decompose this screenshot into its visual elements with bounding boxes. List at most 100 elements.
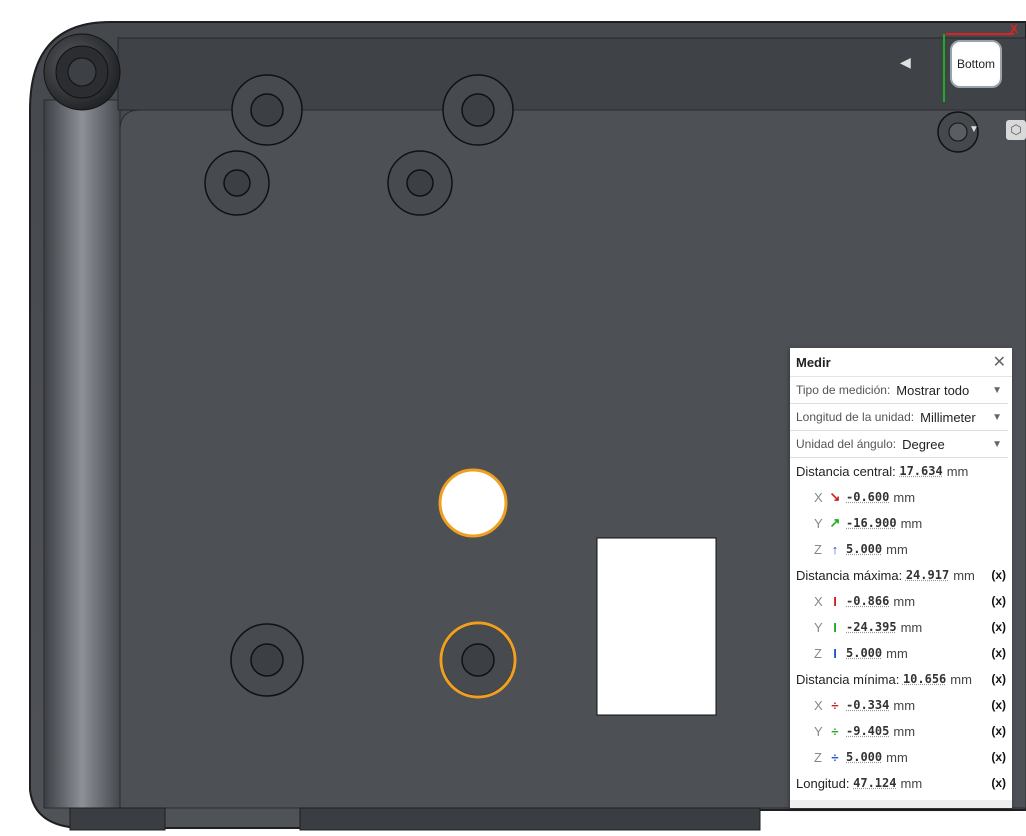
close-icon[interactable]: ✕ [993,352,1006,372]
axis-label: X [814,697,823,713]
axis-label: Y [814,515,823,531]
center-z-value[interactable]: 5.000 [846,542,882,556]
variable-button[interactable]: (x) [991,620,1006,634]
unit-length-select[interactable]: Longitud de la unidad: Millimeter ▼ [790,404,1008,431]
max-z-value[interactable]: 5.000 [846,646,882,660]
max-distance-icon: I [833,645,837,661]
bottom-slot [69,807,166,831]
axis-label: Z [814,645,822,661]
unit-label: mm [900,619,923,635]
chevron-down-icon: ▼ [992,384,1002,396]
unit-label: mm [886,645,908,661]
length-row: Longitud: 47.124 mm (x) [790,770,1012,796]
arrow-diagonal-icon: ↘ [829,489,841,504]
view-cube-home-icon[interactable]: ⬡ [1006,120,1026,140]
min-distance-icon: ÷ [831,697,839,713]
view-cube-face-label: Bottom [956,57,995,71]
unit-label: mm [950,671,972,687]
measure-type-value: Mostrar todo [896,382,970,398]
min-distance-icon: ÷ [831,723,839,739]
unit-label: mm [900,515,923,531]
max-x-row: X I -0.866 mm (x) [790,588,1012,614]
min-distance-row: Distancia mínima: 10.656 mm (x) [790,666,1012,692]
variable-button[interactable]: (x) [991,568,1006,582]
bottom-slot [299,807,761,831]
axis-label: Y [814,619,823,635]
unit-label: mm [886,541,908,557]
unit-label: mm [953,567,975,583]
max-distance-value[interactable]: 24.917 [906,568,949,582]
unit-angle-select[interactable]: Unidad del ángulo: Degree ▼ [790,431,1008,458]
center-x-row: X ↘ -0.600 mm [790,484,1012,510]
chevron-down-icon: ▼ [992,438,1002,450]
length-value[interactable]: 47.124 [853,776,896,790]
variable-button[interactable]: (x) [991,724,1006,738]
max-distance-label: Distancia máxima: [796,567,903,583]
unit-label: mm [900,775,923,791]
measure-panel: Medir ✕ Tipo de medición: Mostrar todo ▼… [790,348,1012,808]
min-distance-label: Distancia mínima: [796,671,900,687]
axis-label: Y [814,723,823,739]
chevron-down-icon: ▼ [992,411,1002,423]
min-z-value[interactable]: 5.000 [846,750,882,764]
min-distance-value[interactable]: 10.656 [903,672,946,686]
variable-button[interactable]: (x) [991,594,1006,608]
variable-button[interactable]: (x) [991,776,1006,790]
axis-label: X [814,593,823,609]
unit-angle-label: Unidad del ángulo: [796,437,897,451]
axis-label: X [814,489,823,505]
max-distance-icon: I [833,619,837,635]
variable-button[interactable]: (x) [991,672,1006,686]
unit-length-value: Millimeter [920,409,976,425]
center-x-value[interactable]: -0.600 [846,490,889,504]
corner-screw-hole [67,57,97,87]
max-distance-icon: I [833,593,837,609]
center-distance-label: Distancia central: [796,463,896,479]
max-distance-row: Distancia máxima: 24.917 mm (x) [790,562,1012,588]
rectangular-cutout[interactable] [596,537,717,716]
measure-type-label: Tipo de medición: [796,383,891,397]
max-x-value[interactable]: -0.866 [846,594,889,608]
measure-type-select[interactable]: Tipo de medición: Mostrar todo ▼ [790,377,1008,404]
rotate-left-arrow-icon[interactable]: ◀ [900,54,911,71]
panel-footer [790,800,1012,808]
axis-label: Z [814,541,822,557]
center-distance-row: Distancia central: 17.634 mm [790,458,1012,484]
length-label: Longitud: [796,775,850,791]
max-y-value[interactable]: -24.395 [846,620,897,634]
min-x-row: X ÷ -0.334 mm (x) [790,692,1012,718]
min-distance-icon: ÷ [831,749,839,765]
max-z-row: Z I 5.000 mm (x) [790,640,1012,666]
variable-button[interactable]: (x) [991,750,1006,764]
measure-panel-header: Medir ✕ [790,348,1012,377]
max-y-row: Y I -24.395 mm (x) [790,614,1012,640]
min-y-row: Y ÷ -9.405 mm (x) [790,718,1012,744]
orbit-ring-inner [948,122,968,142]
variable-button[interactable]: (x) [991,646,1006,660]
unit-angle-value: Degree [902,436,945,452]
min-y-value[interactable]: -9.405 [846,724,889,738]
unit-label: mm [886,749,908,765]
left-rail [43,99,121,809]
unit-length-label: Longitud de la unidad: [796,410,915,424]
unit-label: mm [893,489,916,505]
axis-label: Z [814,749,822,765]
min-x-value[interactable]: -0.334 [846,698,889,712]
center-y-row: Y ↗ -16.900 mm [790,510,1012,536]
center-y-value[interactable]: -16.900 [846,516,897,530]
unit-label: mm [946,463,969,479]
min-z-row: Z ÷ 5.000 mm (x) [790,744,1012,770]
measure-panel-title: Medir [796,354,831,370]
unit-label: mm [893,697,916,713]
unit-label: mm [893,723,916,739]
view-cube[interactable]: Bottom [950,40,1002,88]
arrow-up-icon: ↑ [831,541,839,557]
center-z-row: Z ↑ 5.000 mm [790,536,1012,562]
arrow-diagonal-icon: ↗ [829,515,841,530]
cube-x-label: X [1010,22,1019,36]
center-distance-value[interactable]: 17.634 [899,464,942,478]
variable-button[interactable]: (x) [991,698,1006,712]
orbit-dropdown-arrow-icon[interactable]: ▼ [969,124,979,135]
selected-hole[interactable] [438,468,508,538]
unit-label: mm [893,593,916,609]
